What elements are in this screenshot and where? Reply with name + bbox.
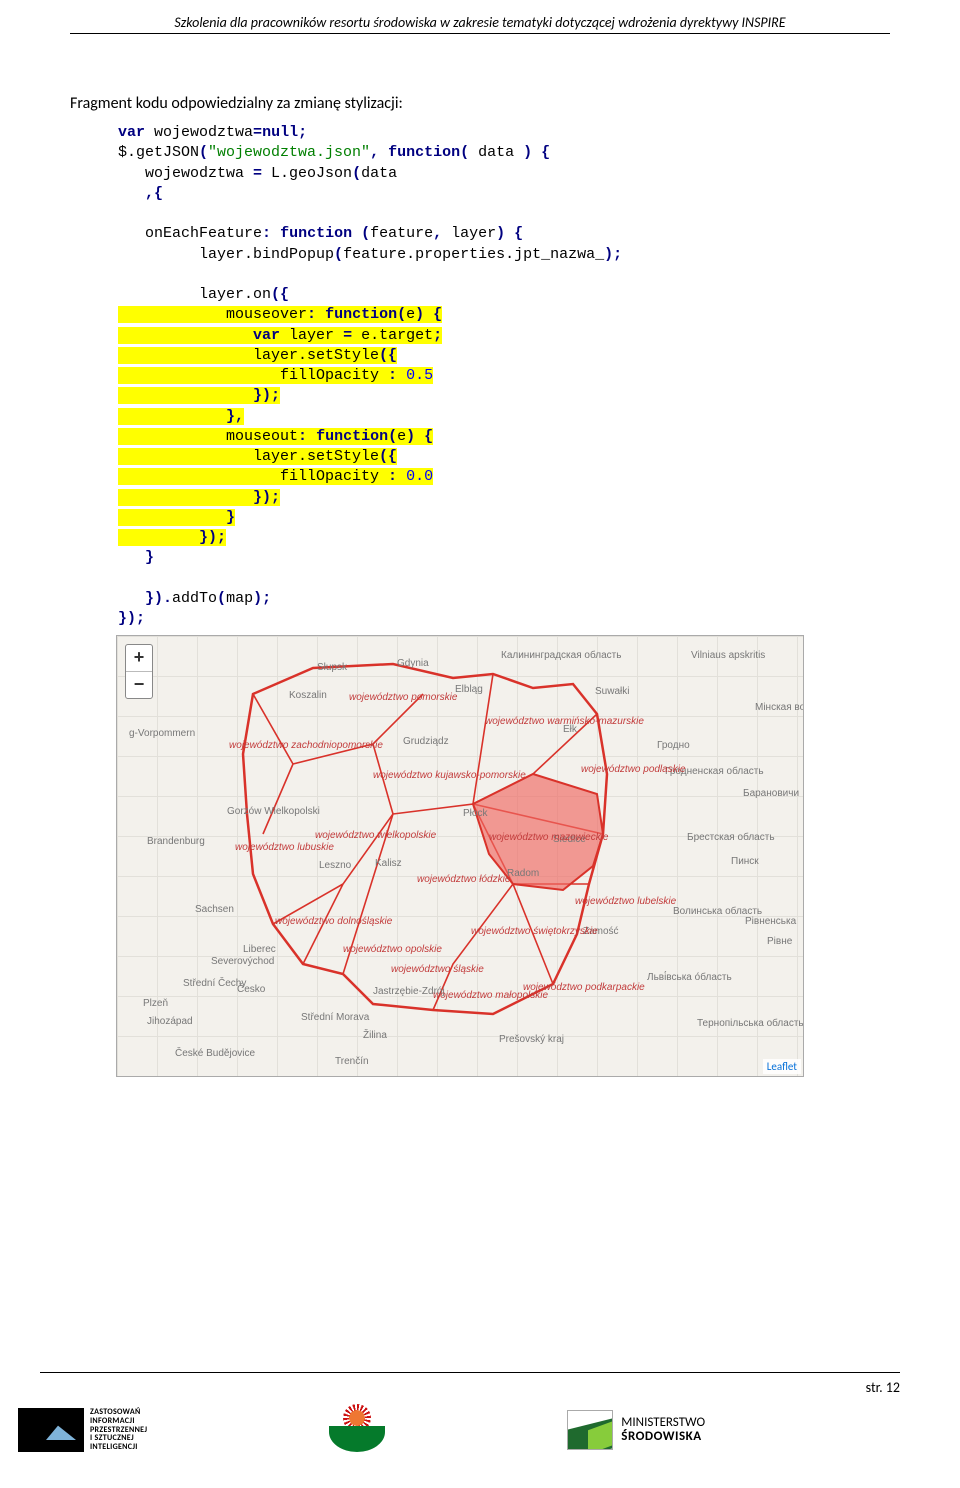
map-city-label: Radom	[507, 868, 539, 879]
page-header: Szkolenia dla pracowników resortu środow…	[70, 14, 890, 34]
map-city-label: Trenčín	[335, 1056, 369, 1067]
map-region-label: województwo pomorskie	[349, 692, 457, 703]
map-attribution[interactable]: Leaflet	[763, 1059, 801, 1074]
section-title: Fragment kodu odpowiedzialny za zmianę s…	[70, 94, 890, 113]
map-city-label: Гродно	[657, 740, 690, 751]
map-city-label: Jihozápad	[147, 1016, 193, 1027]
map-city-label: Grudziądz	[403, 736, 449, 747]
map-city-label: Leszno	[319, 860, 351, 871]
map-city-label: Пинск	[731, 856, 759, 867]
map-city-label: Plzeň	[143, 998, 168, 1009]
map-region-label: województwo łódzkie	[417, 874, 510, 885]
map-city-label: Sachsen	[195, 904, 234, 915]
map-region-label: województwo świętokrzyskie	[471, 926, 598, 937]
map-city-label: Słupsk	[317, 662, 347, 673]
map-city-label: Suwałki	[595, 686, 629, 697]
map-city-label: Severovýchod	[211, 956, 274, 967]
logo-right: MINISTERSTWO ŚRODOWISKA	[567, 1410, 705, 1450]
map-city-label: Рівненська	[745, 916, 796, 927]
map-region-label: województwo mazowieckie	[489, 832, 609, 843]
map-region-label: województwo warmińsko-mazurskie	[485, 716, 644, 727]
map-city-label: g-Vorpommern	[129, 728, 195, 739]
logo-left: ZASTOSOWAŃINFORMACJIPRZESTRZENNEJI SZTUC…	[40, 1408, 147, 1452]
map-city-label: Брестская область	[687, 832, 775, 843]
map-city-label: Барановичи	[743, 788, 799, 799]
code-block: var wojewodztwa=null; $.getJSON("wojewod…	[118, 123, 890, 629]
logo-left-text: ZASTOSOWAŃINFORMACJIPRZESTRZENNEJI SZTUC…	[90, 1408, 147, 1452]
map-region-label: województwo lubuskie	[235, 842, 334, 853]
logo-center	[327, 1402, 387, 1458]
map-city-label: Kalisz	[375, 858, 402, 869]
map-surface[interactable]: Słupsk Gdynia Koszalin Elbląg Suwałki Grudzią…	[117, 636, 803, 1076]
map-region-label: województwo lubelskie	[575, 896, 676, 907]
zoom-controls: + −	[125, 644, 153, 699]
map-city-label: Калининградская область	[501, 650, 621, 661]
map-city-label: Мінская вобласць	[755, 702, 804, 713]
map-region-label: województwo opolskie	[343, 944, 442, 955]
map-region-label: województwo śląskie	[391, 964, 484, 975]
map-city-label: Льві́вська о́бласть	[647, 972, 732, 983]
map-widget[interactable]: Słupsk Gdynia Koszalin Elbląg Suwałki Grudzią…	[116, 635, 804, 1077]
map-city-label: Płock	[463, 808, 487, 819]
map-city-label: Česko	[237, 984, 265, 995]
zoom-out-button[interactable]: −	[126, 671, 152, 698]
map-region-label: województwo kujawsko-pomorskie	[373, 770, 526, 781]
map-city-label: Koszalin	[289, 690, 327, 701]
logo-right-line1: MINISTERSTWO	[621, 1415, 705, 1430]
map-city-label: Střední Morava	[301, 1012, 369, 1023]
map-city-label: Žilina	[363, 1030, 387, 1041]
page-footer: str. 12 ZASTOSOWAŃINFORMACJIPRZESTRZENNE…	[40, 1372, 900, 1458]
page-number: str. 12	[40, 1379, 900, 1396]
map-region-label: województwo dolnośląskie	[275, 916, 392, 927]
map-region-label: województwo zachodniopomorskie	[229, 740, 383, 751]
map-city-label: Liberec	[243, 944, 276, 955]
map-city-label: Тернопільська область	[697, 1018, 804, 1029]
zoom-in-button[interactable]: +	[126, 645, 152, 671]
map-city-label: Brandenburg	[147, 836, 205, 847]
map-city-label: Gdynia	[397, 658, 429, 669]
map-city-label: Prešovský kraj	[499, 1034, 564, 1045]
map-city-label: České Budějovice	[175, 1048, 255, 1059]
map-region-label: województwo wielkopolskie	[315, 830, 436, 841]
map-region-label: województwo podkarpackie	[523, 982, 645, 993]
logo-right-line2: ŚRODOWISKA	[621, 1429, 701, 1444]
map-city-label: Gorzów Wielkopolski	[227, 806, 320, 817]
map-city-label: Elbląg	[455, 684, 483, 695]
map-city-label: Vilniaus apskritis	[691, 650, 765, 661]
map-region-label: województwo podlaskie	[581, 764, 686, 775]
map-city-label: Рівне	[767, 936, 792, 947]
